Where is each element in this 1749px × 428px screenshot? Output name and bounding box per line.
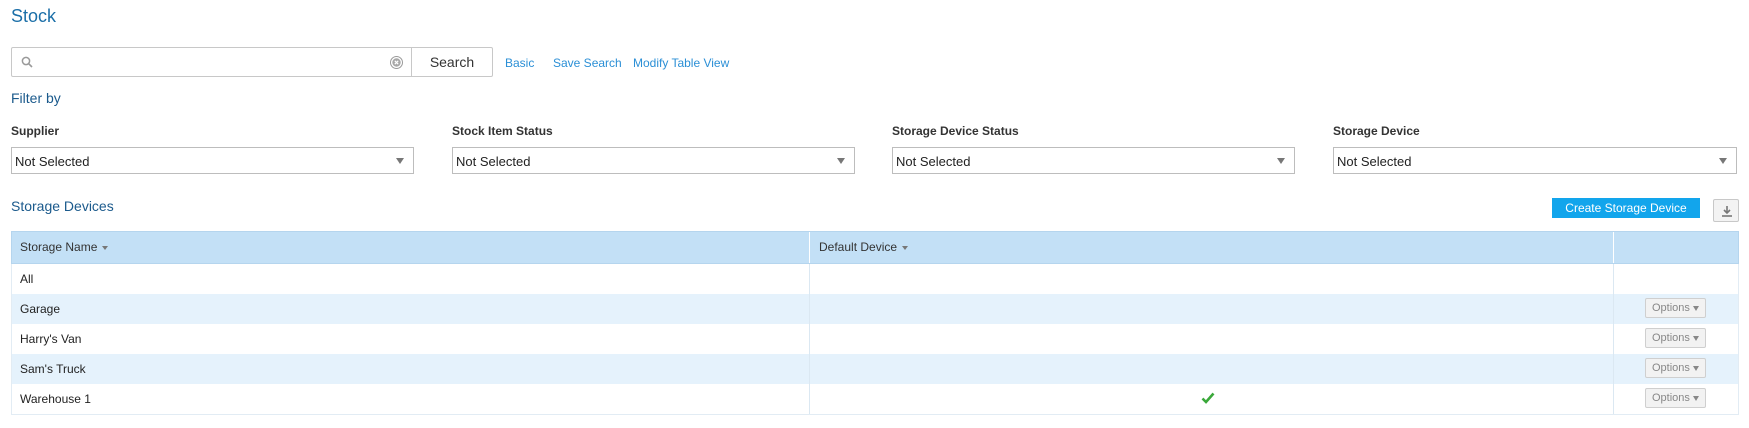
chevron-down-icon: [396, 158, 404, 164]
column-divider: [1613, 294, 1614, 324]
options-button[interactable]: Options: [1645, 358, 1706, 378]
chevron-down-icon: [837, 158, 845, 164]
chevron-down-icon: [1693, 396, 1699, 401]
table-body: All Garage Options Harry's Van Options Sam's …: [11, 264, 1739, 414]
storage-name-cell: Harry's Van: [20, 332, 82, 346]
chevron-down-icon: [1719, 158, 1727, 164]
chevron-down-icon: [1277, 158, 1285, 164]
storage-name-cell: All: [20, 272, 34, 286]
search-box[interactable]: [11, 47, 412, 77]
column-header-default-device[interactable]: Default Device: [819, 232, 909, 263]
table-row[interactable]: Harry's Van Options: [11, 324, 1739, 354]
filter-label-stock-item-status: Stock Item Status: [452, 124, 553, 138]
column-header-storage-name[interactable]: Storage Name: [20, 232, 109, 263]
modify-table-view-link[interactable]: Modify Table View: [633, 56, 729, 70]
search-icon: [21, 56, 33, 68]
filter-label-storage-device: Storage Device: [1333, 124, 1420, 138]
storage-name-cell: Warehouse 1: [20, 392, 91, 406]
table-row[interactable]: All: [11, 264, 1739, 294]
page-title: Stock: [11, 6, 57, 26]
filter-by-title: Filter by: [11, 90, 61, 106]
stock-item-status-select-value: Not Selected: [456, 154, 531, 169]
options-button-label: Options: [1652, 302, 1690, 314]
chevron-down-icon: [1693, 306, 1699, 311]
supplier-select-value: Not Selected: [15, 154, 90, 169]
save-search-link[interactable]: Save Search: [553, 56, 622, 70]
search-input[interactable]: [42, 52, 387, 72]
options-button-label: Options: [1652, 362, 1690, 374]
column-divider: [809, 324, 810, 354]
clear-icon[interactable]: [390, 56, 403, 69]
chevron-down-icon: [1693, 336, 1699, 341]
storage-device-status-select-value: Not Selected: [896, 154, 971, 169]
column-divider: [1613, 264, 1614, 294]
checkmark-icon: [1201, 392, 1215, 404]
sort-icon: [902, 245, 909, 250]
column-divider: [1613, 324, 1614, 354]
filter-label-storage-device-status: Storage Device Status: [892, 124, 1019, 138]
column-divider: [809, 384, 810, 414]
download-button[interactable]: [1713, 199, 1739, 222]
column-header-storage-name-label: Storage Name: [20, 240, 98, 254]
storage-devices-title: Storage Devices: [11, 198, 114, 214]
column-divider: [809, 294, 810, 324]
storage-device-select-value: Not Selected: [1337, 154, 1412, 169]
table-header: Storage Name Default Device: [11, 231, 1739, 264]
options-button-label: Options: [1652, 392, 1690, 404]
supplier-select[interactable]: Not Selected: [11, 147, 414, 174]
column-divider: [1613, 232, 1614, 263]
storage-name-cell: Sam's Truck: [20, 362, 86, 376]
column-header-default-device-label: Default Device: [819, 240, 898, 254]
basic-link[interactable]: Basic: [505, 56, 534, 70]
create-storage-device-button[interactable]: Create Storage Device: [1552, 198, 1700, 218]
column-divider: [809, 232, 810, 263]
table-row[interactable]: Sam's Truck Options: [11, 354, 1739, 384]
storage-name-cell: Garage: [20, 302, 61, 316]
storage-device-status-select[interactable]: Not Selected: [892, 147, 1295, 174]
table-bottom-border: [11, 414, 1739, 415]
sort-icon: [102, 245, 109, 250]
table-row[interactable]: Warehouse 1 Options: [11, 384, 1739, 414]
download-icon: [1722, 206, 1732, 217]
column-divider: [809, 264, 810, 294]
column-divider: [1613, 384, 1614, 414]
options-button[interactable]: Options: [1645, 328, 1706, 348]
options-button[interactable]: Options: [1645, 298, 1706, 318]
storage-devices-table: Storage Name Default Device All Garage Opt…: [11, 231, 1739, 415]
storage-device-select[interactable]: Not Selected: [1333, 147, 1737, 174]
chevron-down-icon: [1693, 366, 1699, 371]
table-row[interactable]: Garage Options: [11, 294, 1739, 324]
options-button[interactable]: Options: [1645, 388, 1706, 408]
options-button-label: Options: [1652, 332, 1690, 344]
filter-label-supplier: Supplier: [11, 124, 60, 138]
stock-item-status-select[interactable]: Not Selected: [452, 147, 855, 174]
column-divider: [809, 354, 810, 384]
column-divider: [1613, 354, 1614, 384]
search-button[interactable]: Search: [412, 47, 493, 77]
